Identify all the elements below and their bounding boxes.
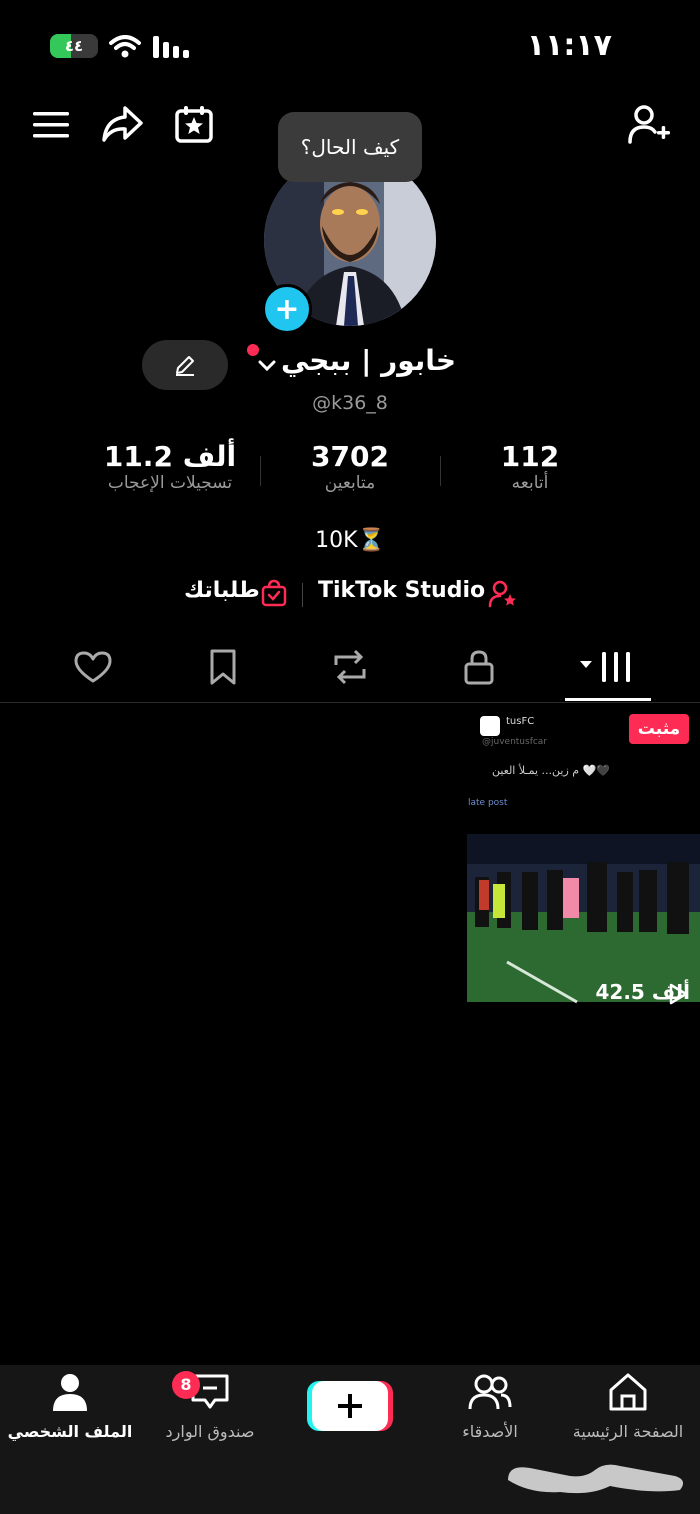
tab-private[interactable] [458,646,500,688]
profile-username[interactable]: خابور | ببجي [280,344,456,377]
menu-icon[interactable] [30,104,72,146]
battery-level-text: ٤٤ [64,37,84,55]
inbox-icon [140,1370,280,1414]
stat-likes[interactable]: 11.2 ألف تسجيلات الإعجاب [80,440,260,493]
stat-following[interactable]: 112 أتابعه [440,440,620,493]
repost-icon [330,649,370,685]
profile-handle: @k36_8 [312,392,388,414]
tabs-divider [0,702,700,703]
pencil-icon [173,353,197,377]
battery-indicator: ٤٤ [50,34,98,58]
lock-icon [463,649,495,685]
home-icon [558,1370,698,1414]
stat-followers-label: متابعين [324,473,376,493]
plus-icon [338,1394,362,1418]
inbox-badge: 8 [172,1371,200,1399]
video-thumbnail[interactable] [467,712,700,1012]
bookmark-icon [208,649,238,685]
nav-profile[interactable]: الملف الشخصي [0,1370,140,1441]
play-icon [666,982,690,1006]
add-story-button[interactable]: + [262,284,312,334]
creator-star-icon [488,580,518,608]
profile-icon [0,1370,140,1414]
video-caption: م زين... يمـلأ العين 🤍🖤 [491,764,610,777]
nav-inbox-label: صندوق الوارد [165,1422,255,1441]
video-account-name: tusFC [506,716,535,727]
chevron-down-icon[interactable] [256,356,278,376]
active-tab-indicator [565,698,651,701]
stat-following-value: 112 [500,440,560,473]
friends-icon [420,1370,560,1414]
add-user-icon[interactable] [626,102,672,146]
stat-followers[interactable]: 3702 متابعين [262,440,438,493]
orders-link[interactable]: طلباتك [184,578,260,603]
tab-videos[interactable] [576,646,638,688]
video-sub-label: late post [468,798,508,808]
wifi-icon [108,34,142,60]
haraj-watermark [500,1450,690,1500]
tab-liked[interactable] [72,646,114,688]
orders-label: طلباتك [184,578,260,603]
tab-saved[interactable] [202,646,244,688]
stat-divider [260,456,261,486]
pinned-badge: مثبت [629,714,689,744]
nav-friends[interactable]: الأصدقاء [420,1370,560,1441]
stat-followers-value: 3702 [311,440,389,473]
nav-friends-label: الأصدقاء [462,1422,518,1441]
shopping-bag-icon [260,579,288,607]
link-divider [302,583,303,607]
nav-home-label: الصفحة الرئيسية [572,1422,684,1441]
tab-reposts[interactable] [328,646,372,688]
nav-inbox[interactable]: صندوق الوارد [140,1370,280,1441]
share-icon[interactable] [100,102,144,146]
heart-icon [74,650,112,684]
stat-following-label: أتابعه [511,473,549,493]
stat-divider [440,456,441,486]
nav-profile-label: الملف الشخصي [7,1422,133,1441]
tiktok-studio-label: TikTok Studio [318,578,486,603]
stat-likes-value: 11.2 ألف [103,440,237,473]
account-logo [480,716,500,736]
video-account-sub: @juventusfcar [482,737,548,747]
edit-profile-button[interactable] [142,340,228,390]
grid-icon [578,650,636,684]
calendar-star-icon[interactable] [172,102,216,146]
status-time: ١١:١٧ [526,28,612,63]
cellular-signal-icon [152,36,192,58]
notification-dot [247,344,259,356]
profile-note-bubble[interactable]: كيف الحال؟ [278,112,422,182]
nav-home[interactable]: الصفحة الرئيسية [558,1370,698,1441]
stat-likes-label: تسجيلات الإعجاب [107,473,233,493]
profile-bio: 10K⏳ [315,528,385,553]
create-button[interactable] [312,1381,388,1431]
tiktok-studio-link[interactable]: TikTok Studio [318,578,485,603]
